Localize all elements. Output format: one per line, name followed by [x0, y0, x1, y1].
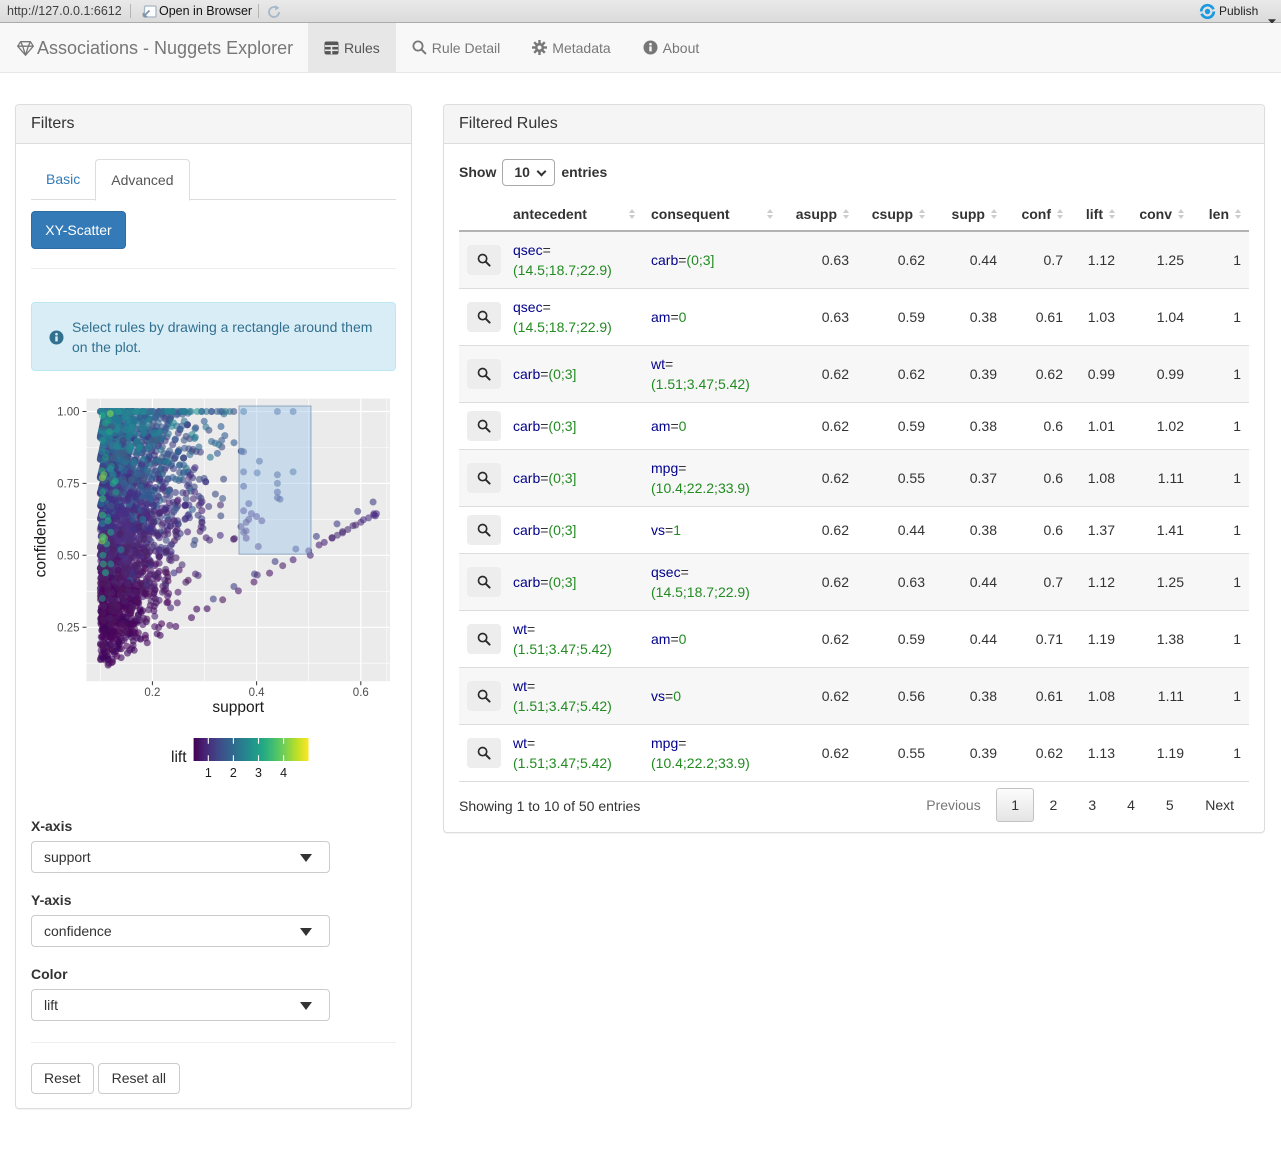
- svg-text:4: 4: [280, 766, 287, 780]
- svg-text:0.2: 0.2: [144, 687, 160, 699]
- svg-text:3: 3: [255, 766, 262, 780]
- svg-text:1.00: 1.00: [57, 407, 79, 419]
- svg-text:lift: lift: [171, 749, 187, 766]
- svg-text:0.4: 0.4: [249, 687, 266, 699]
- svg-text:0.50: 0.50: [57, 550, 79, 562]
- svg-text:support: support: [212, 699, 264, 716]
- svg-text:0.75: 0.75: [57, 478, 79, 490]
- svg-text:1: 1: [205, 766, 212, 780]
- svg-text:confidence: confidence: [33, 502, 50, 577]
- svg-text:0.6: 0.6: [353, 687, 369, 699]
- svg-text:2: 2: [230, 766, 237, 780]
- svg-text:0.25: 0.25: [57, 622, 79, 634]
